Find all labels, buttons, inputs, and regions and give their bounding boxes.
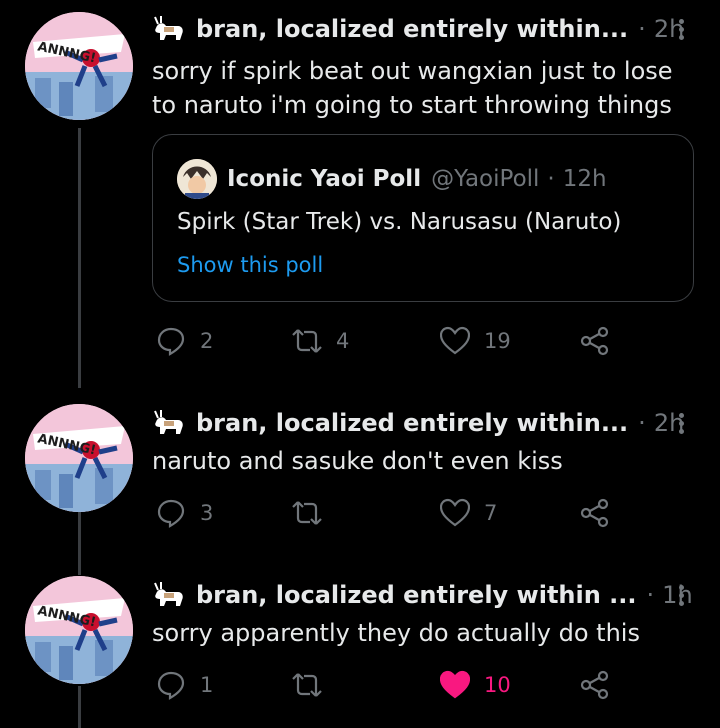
avatar-image: ANNNG! (25, 12, 133, 120)
tweet-text: naruto and sasuke don't even kiss (152, 447, 563, 475)
quote-avatar (177, 159, 217, 199)
author-name[interactable]: bran, localized entirely within... (196, 409, 628, 437)
avatar-image: ANNNG! (25, 576, 133, 684)
retweet-button[interactable] (292, 670, 336, 700)
quote-text: Spirk (Star Trek) vs. Narusasu (Naruto) (177, 209, 622, 235)
heart-icon (440, 670, 470, 699)
author-name[interactable]: bran, localized entirely within ... (196, 581, 637, 609)
share-icon (580, 670, 609, 700)
thread-line (78, 686, 81, 728)
avatar[interactable]: ANNNG! (25, 576, 133, 684)
share-button[interactable] (580, 326, 610, 356)
like-count: 19 (484, 329, 511, 353)
like-count: 10 (484, 673, 511, 697)
reply-icon (157, 327, 185, 356)
retweet-icon (292, 501, 322, 525)
retweet-count: 4 (336, 329, 350, 353)
like-button[interactable]: 7 (440, 498, 497, 528)
more-icon[interactable] (676, 410, 686, 440)
reply-count: 3 (200, 501, 214, 525)
separator: · (638, 409, 646, 437)
tweet-header: bran, localized entirely within... · 2h (152, 14, 684, 44)
reply-count: 2 (200, 329, 214, 353)
quote-author-name: Iconic Yaoi Poll (227, 166, 422, 192)
author-name[interactable]: bran, localized entirely within... (196, 15, 628, 43)
like-button[interactable]: 19 (440, 326, 511, 356)
separator: · (638, 15, 646, 43)
tweet-actions: 3 7 (152, 498, 622, 538)
more-icon[interactable] (676, 582, 686, 612)
share-button[interactable] (580, 498, 610, 528)
heart-icon (440, 326, 470, 355)
thread-line (78, 510, 81, 575)
share-button[interactable] (580, 670, 610, 700)
show-poll-link[interactable]: Show this poll (177, 253, 323, 277)
avatar[interactable]: ANNNG! (25, 12, 133, 120)
reply-icon (157, 671, 185, 700)
quote-header: Iconic Yaoi Poll @YaoiPoll · 12h (177, 159, 607, 199)
quoted-tweet[interactable]: Iconic Yaoi Poll @YaoiPoll · 12h Spirk (… (152, 134, 694, 302)
quote-handle: @YaoiPoll (431, 166, 540, 192)
more-icon[interactable] (676, 16, 686, 46)
tweet-actions: 2 4 19 (152, 326, 622, 366)
avatar-image: ANNNG! (25, 404, 133, 512)
quote-timestamp: 12h (562, 166, 607, 192)
tweet-header: bran, localized entirely within ... · 1h (152, 580, 693, 610)
retweet-button[interactable]: 4 (292, 326, 349, 356)
like-count: 7 (484, 501, 498, 525)
tweet-header: bran, localized entirely within... · 2h (152, 408, 684, 438)
retweet-icon (292, 329, 322, 353)
tweet-actions: 1 10 (152, 670, 622, 710)
retweet-icon (292, 673, 322, 697)
retweet-button[interactable] (292, 498, 336, 528)
share-icon (580, 498, 609, 528)
reply-button[interactable]: 2 (156, 326, 213, 356)
tweet-text: sorry apparently they do actually do thi… (152, 619, 640, 647)
goat-icon (154, 410, 183, 434)
reply-icon (157, 499, 185, 528)
tweet-text: sorry if spirk beat out wangxian just to… (152, 57, 673, 119)
reply-button[interactable]: 3 (156, 498, 213, 528)
separator: · (547, 166, 555, 192)
heart-icon (440, 498, 470, 527)
reply-count: 1 (200, 673, 214, 697)
goat-icon (154, 16, 183, 40)
share-icon (580, 326, 609, 356)
like-button[interactable]: 10 (440, 670, 511, 700)
reply-button[interactable]: 1 (156, 670, 213, 700)
goat-icon (154, 582, 183, 606)
thread-line (78, 128, 81, 388)
avatar[interactable]: ANNNG! (25, 404, 133, 512)
separator: · (646, 581, 655, 609)
